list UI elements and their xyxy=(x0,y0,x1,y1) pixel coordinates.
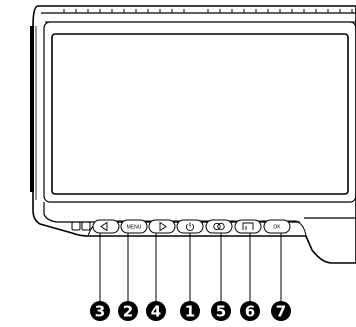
indicator-leds xyxy=(71,221,91,231)
callout-2-number: 2 xyxy=(123,303,133,321)
menu-button[interactable]: MENU xyxy=(120,219,148,234)
callout-2: 2 xyxy=(118,301,138,321)
power-button[interactable] xyxy=(176,219,204,234)
callout-1-number: 1 xyxy=(185,303,195,321)
callout-7: 7 xyxy=(271,301,291,321)
callout-4-number: 4 xyxy=(151,303,161,321)
callout-5-number: 5 xyxy=(216,303,226,321)
callout-4: 4 xyxy=(146,301,166,321)
menu-button-label: MENU xyxy=(127,225,142,231)
input-button[interactable] xyxy=(205,219,233,234)
left-arrow-button[interactable] xyxy=(92,219,120,234)
callout-6: 6 xyxy=(240,301,260,321)
leader-lines xyxy=(99,233,282,302)
picture-button[interactable] xyxy=(234,219,262,234)
lower-bezel xyxy=(43,202,356,223)
right-arrow-button[interactable] xyxy=(148,219,176,234)
display-screen xyxy=(51,33,349,195)
left-side-strip xyxy=(30,26,37,200)
callout-7-number: 7 xyxy=(276,303,286,321)
ok-button[interactable]: OK xyxy=(263,219,291,234)
callout-3: 3 xyxy=(90,301,110,321)
ok-button-label: OK xyxy=(273,225,281,231)
callout-1: 1 xyxy=(180,301,200,321)
monitor-diagram: MENU OK 3 2 4 1 5 6 7 xyxy=(30,5,356,321)
callout-5: 5 xyxy=(211,301,231,321)
callout-6-number: 6 xyxy=(245,303,255,321)
callout-3-number: 3 xyxy=(95,303,105,321)
